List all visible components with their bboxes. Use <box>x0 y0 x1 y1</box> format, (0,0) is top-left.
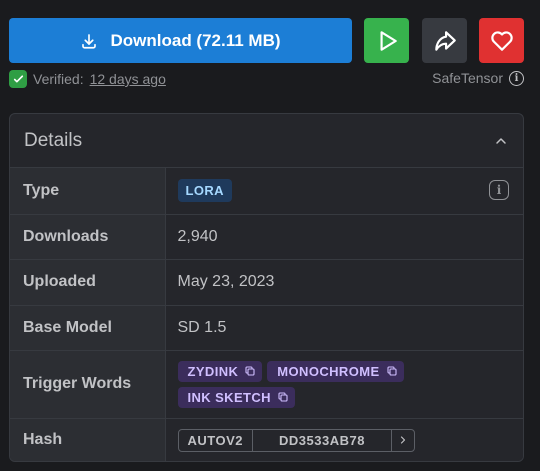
base-model-value: SD 1.5 <box>165 305 523 351</box>
verified-date-link[interactable]: 12 days ago <box>90 71 166 87</box>
chevron-right-icon <box>400 436 406 444</box>
trigger-words-cell: ZYDINK MONOCHROME INK SKETCH <box>165 350 523 419</box>
table-row: Trigger Words ZYDINK MONOCHROME INK SKET… <box>10 350 523 419</box>
trigger-word-text: ZYDINK <box>187 363 239 379</box>
info-icon[interactable]: i <box>509 70 524 86</box>
details-table: Type LORA i Downloads 2,940 Uploaded May… <box>10 168 523 461</box>
share-button[interactable] <box>422 18 467 63</box>
hash-selector: AUTOV2 DD3533AB78 <box>177 428 415 452</box>
table-row: Uploaded May 23, 2023 <box>10 259 523 306</box>
details-header[interactable]: Details <box>10 114 523 168</box>
chevron-up-icon <box>496 137 506 144</box>
meta-row: Verified: 12 days ago SafeTensor i <box>9 70 524 90</box>
trigger-words-label: Trigger Words <box>10 350 166 419</box>
action-row: Download (72.11 MB) <box>9 18 524 64</box>
download-label: Download (72.11 MB) <box>110 30 281 50</box>
trigger-word-text: INK SKETCH <box>187 389 271 405</box>
trigger-word-chip[interactable]: INK SKETCH <box>177 386 295 408</box>
copy-icon <box>278 392 288 402</box>
hash-type[interactable]: AUTOV2 <box>179 429 253 451</box>
details-panel: Details Type LORA i Downloads 2,940 Uplo… <box>9 113 524 462</box>
details-title: Details <box>24 129 83 151</box>
trigger-words-list: ZYDINK MONOCHROME INK SKETCH <box>177 360 508 408</box>
share-icon <box>434 30 456 51</box>
verified-label: Verified: <box>33 71 84 87</box>
downloads-value: 2,940 <box>165 214 523 260</box>
verified-status: Verified: 12 days ago <box>9 70 166 88</box>
uploaded-label: Uploaded <box>10 259 166 306</box>
type-badge: LORA <box>177 179 232 203</box>
file-format: SafeTensor i <box>432 70 524 86</box>
hash-cell: AUTOV2 DD3533AB78 <box>165 418 523 461</box>
table-row: Type LORA i <box>10 168 523 215</box>
downloads-label: Downloads <box>10 214 166 260</box>
trigger-word-chip[interactable]: MONOCHROME <box>267 360 404 382</box>
table-row: Downloads 2,940 <box>10 214 523 260</box>
play-button[interactable] <box>364 18 409 63</box>
type-value-cell: LORA i <box>165 168 523 215</box>
copy-icon <box>386 366 397 376</box>
download-icon <box>82 33 97 49</box>
play-icon <box>380 30 397 51</box>
trigger-word-chip[interactable]: ZYDINK <box>177 360 263 382</box>
hash-label: Hash <box>10 418 166 461</box>
shield-check-icon <box>9 70 27 88</box>
download-button[interactable]: Download (72.11 MB) <box>9 18 352 63</box>
copy-icon <box>245 366 255 376</box>
info-icon[interactable]: i <box>489 180 509 200</box>
hash-next-button[interactable] <box>392 430 414 451</box>
heart-icon <box>490 30 513 51</box>
table-row: Base Model SD 1.5 <box>10 305 523 351</box>
table-row: Hash AUTOV2 DD3533AB78 <box>10 418 523 461</box>
like-button[interactable] <box>479 18 524 63</box>
file-format-label: SafeTensor <box>432 70 503 86</box>
hash-value[interactable]: DD3533AB78 <box>253 429 392 451</box>
uploaded-value: May 23, 2023 <box>165 259 523 306</box>
base-model-label: Base Model <box>10 305 166 351</box>
type-label: Type <box>10 168 166 215</box>
trigger-word-text: MONOCHROME <box>277 363 380 379</box>
